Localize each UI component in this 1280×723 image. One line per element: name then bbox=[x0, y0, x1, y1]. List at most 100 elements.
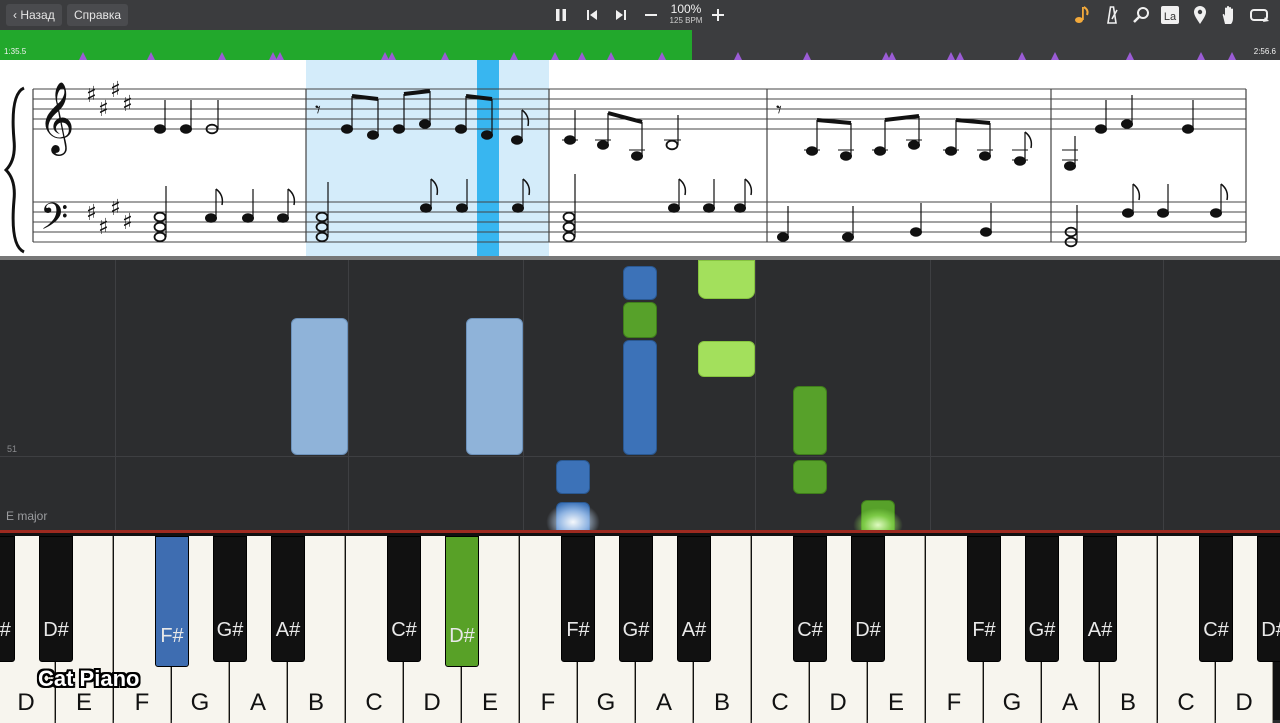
key-label: F# bbox=[160, 625, 184, 647]
hand-icon[interactable] bbox=[1217, 3, 1241, 27]
timeline-marker bbox=[947, 52, 955, 60]
next-icon[interactable] bbox=[609, 3, 633, 27]
key-label: D# bbox=[43, 619, 69, 641]
svg-text:♯: ♯ bbox=[98, 215, 109, 240]
black-key[interactable]: G# bbox=[1025, 536, 1059, 662]
black-key[interactable]: C# bbox=[387, 536, 421, 662]
pause-icon[interactable] bbox=[549, 3, 573, 27]
piano-roll: 51 E major bbox=[0, 260, 1280, 530]
key-label: B bbox=[307, 689, 324, 716]
key-label: C# bbox=[0, 619, 11, 641]
key-label: F# bbox=[566, 619, 590, 641]
svg-text:𝄾: 𝄾 bbox=[776, 98, 782, 123]
black-key[interactable]: D# bbox=[851, 536, 885, 662]
piano-keyboard[interactable]: D E F G A B C D E F G A B C D E F G A B C D C# D# F# G# A# C# D# F# G#… bbox=[0, 530, 1280, 723]
key-label: D# bbox=[855, 619, 881, 641]
key-label: G bbox=[596, 689, 616, 716]
key-label: B bbox=[713, 689, 730, 716]
magnifier-icon[interactable] bbox=[1129, 3, 1153, 27]
black-key[interactable]: A# bbox=[271, 536, 305, 662]
top-toolbar: ‹ Назад Справка 100% 125 BPM La bbox=[0, 0, 1280, 30]
progress-timeline[interactable]: 1:35.5 2:56.6 bbox=[0, 30, 1280, 60]
falling-note bbox=[623, 266, 657, 300]
pin-icon[interactable] bbox=[1188, 3, 1212, 27]
measure-number: 51 bbox=[7, 444, 18, 454]
black-key[interactable]: F# bbox=[967, 536, 1001, 662]
black-key[interactable]: C# bbox=[793, 536, 827, 662]
grid-line bbox=[755, 260, 756, 530]
key-label: A# bbox=[275, 619, 301, 641]
la-label: La bbox=[1164, 11, 1177, 23]
hit-glow bbox=[546, 502, 600, 530]
key-label: C# bbox=[797, 619, 823, 641]
timeline-marker bbox=[1228, 52, 1236, 60]
black-key[interactable]: F# bbox=[155, 536, 189, 667]
black-key[interactable]: A# bbox=[1083, 536, 1117, 662]
bass-clef-icon: 𝄢 bbox=[40, 196, 68, 247]
key-label: G bbox=[190, 689, 210, 716]
key-label: E bbox=[75, 689, 92, 716]
key-label: F bbox=[946, 689, 962, 716]
grand-staff-brace bbox=[3, 86, 25, 254]
key-label: A bbox=[249, 689, 266, 716]
key-label: A bbox=[655, 689, 672, 716]
grid-line bbox=[523, 260, 524, 530]
sheet-music[interactable]: 𝄞 𝄢 ♯ ♯ ♯ ♯ ♯ ♯ ♯ ♯ 𝄾 𝄾 bbox=[0, 60, 1280, 260]
timeline-marker bbox=[79, 52, 87, 60]
timeline-marker bbox=[1197, 52, 1205, 60]
falling-note bbox=[556, 460, 590, 494]
back-label: Назад bbox=[20, 8, 55, 22]
bass-key-signature: ♯♯♯♯ bbox=[86, 196, 133, 240]
falling-note bbox=[793, 386, 827, 455]
note-icon[interactable] bbox=[1070, 3, 1094, 27]
grid-line bbox=[115, 260, 116, 530]
metronome-icon[interactable] bbox=[1100, 3, 1124, 27]
svg-text:♯: ♯ bbox=[122, 92, 133, 117]
key-label: F bbox=[540, 689, 556, 716]
tempo-display: 100% 125 BPM bbox=[664, 2, 708, 26]
falling-note bbox=[793, 460, 827, 494]
timeline-marker bbox=[441, 52, 449, 60]
timeline-marker bbox=[888, 52, 896, 60]
svg-text:♯: ♯ bbox=[122, 210, 133, 235]
loop-icon[interactable] bbox=[1247, 3, 1271, 27]
black-key[interactable]: D# bbox=[1257, 536, 1280, 662]
help-button[interactable]: Справка bbox=[67, 4, 129, 26]
black-key[interactable]: G# bbox=[619, 536, 653, 662]
black-key[interactable]: F# bbox=[561, 536, 595, 662]
svg-text:♯: ♯ bbox=[86, 83, 97, 108]
back-button[interactable]: ‹ Назад bbox=[6, 4, 62, 26]
key-label: B bbox=[1119, 689, 1136, 716]
falling-note bbox=[623, 340, 657, 455]
key-label: D bbox=[829, 689, 847, 716]
timeline-marker bbox=[607, 52, 615, 60]
timeline-marker bbox=[1126, 52, 1134, 60]
grid-line bbox=[930, 260, 931, 530]
previous-icon[interactable] bbox=[580, 3, 604, 27]
key-signature-label: E major bbox=[6, 509, 48, 523]
falling-note bbox=[698, 260, 755, 299]
timeline-marker bbox=[510, 52, 518, 60]
timeline-marker bbox=[1051, 52, 1059, 60]
timeline-marker bbox=[734, 52, 742, 60]
black-key[interactable]: A# bbox=[677, 536, 711, 662]
timeline-marker bbox=[658, 52, 666, 60]
grid-line bbox=[348, 260, 349, 530]
timeline-played bbox=[0, 30, 693, 60]
zoom-percent: 100% bbox=[670, 2, 702, 16]
la-icon[interactable]: La bbox=[1158, 3, 1182, 27]
timeline-marker bbox=[956, 52, 964, 60]
black-key[interactable]: G# bbox=[213, 536, 247, 662]
key-label: A bbox=[1061, 689, 1078, 716]
timeline-marker bbox=[388, 52, 396, 60]
timeline-marker bbox=[276, 52, 284, 60]
minus-icon[interactable] bbox=[639, 3, 663, 27]
key-label: D bbox=[423, 689, 441, 716]
svg-text:♯: ♯ bbox=[98, 97, 109, 122]
black-key[interactable]: C# bbox=[0, 536, 15, 662]
black-key[interactable]: D# bbox=[445, 536, 479, 667]
black-key[interactable]: C# bbox=[1199, 536, 1233, 662]
grid-line bbox=[1163, 260, 1164, 530]
plus-icon[interactable] bbox=[706, 3, 730, 27]
black-key[interactable]: D# bbox=[39, 536, 73, 662]
